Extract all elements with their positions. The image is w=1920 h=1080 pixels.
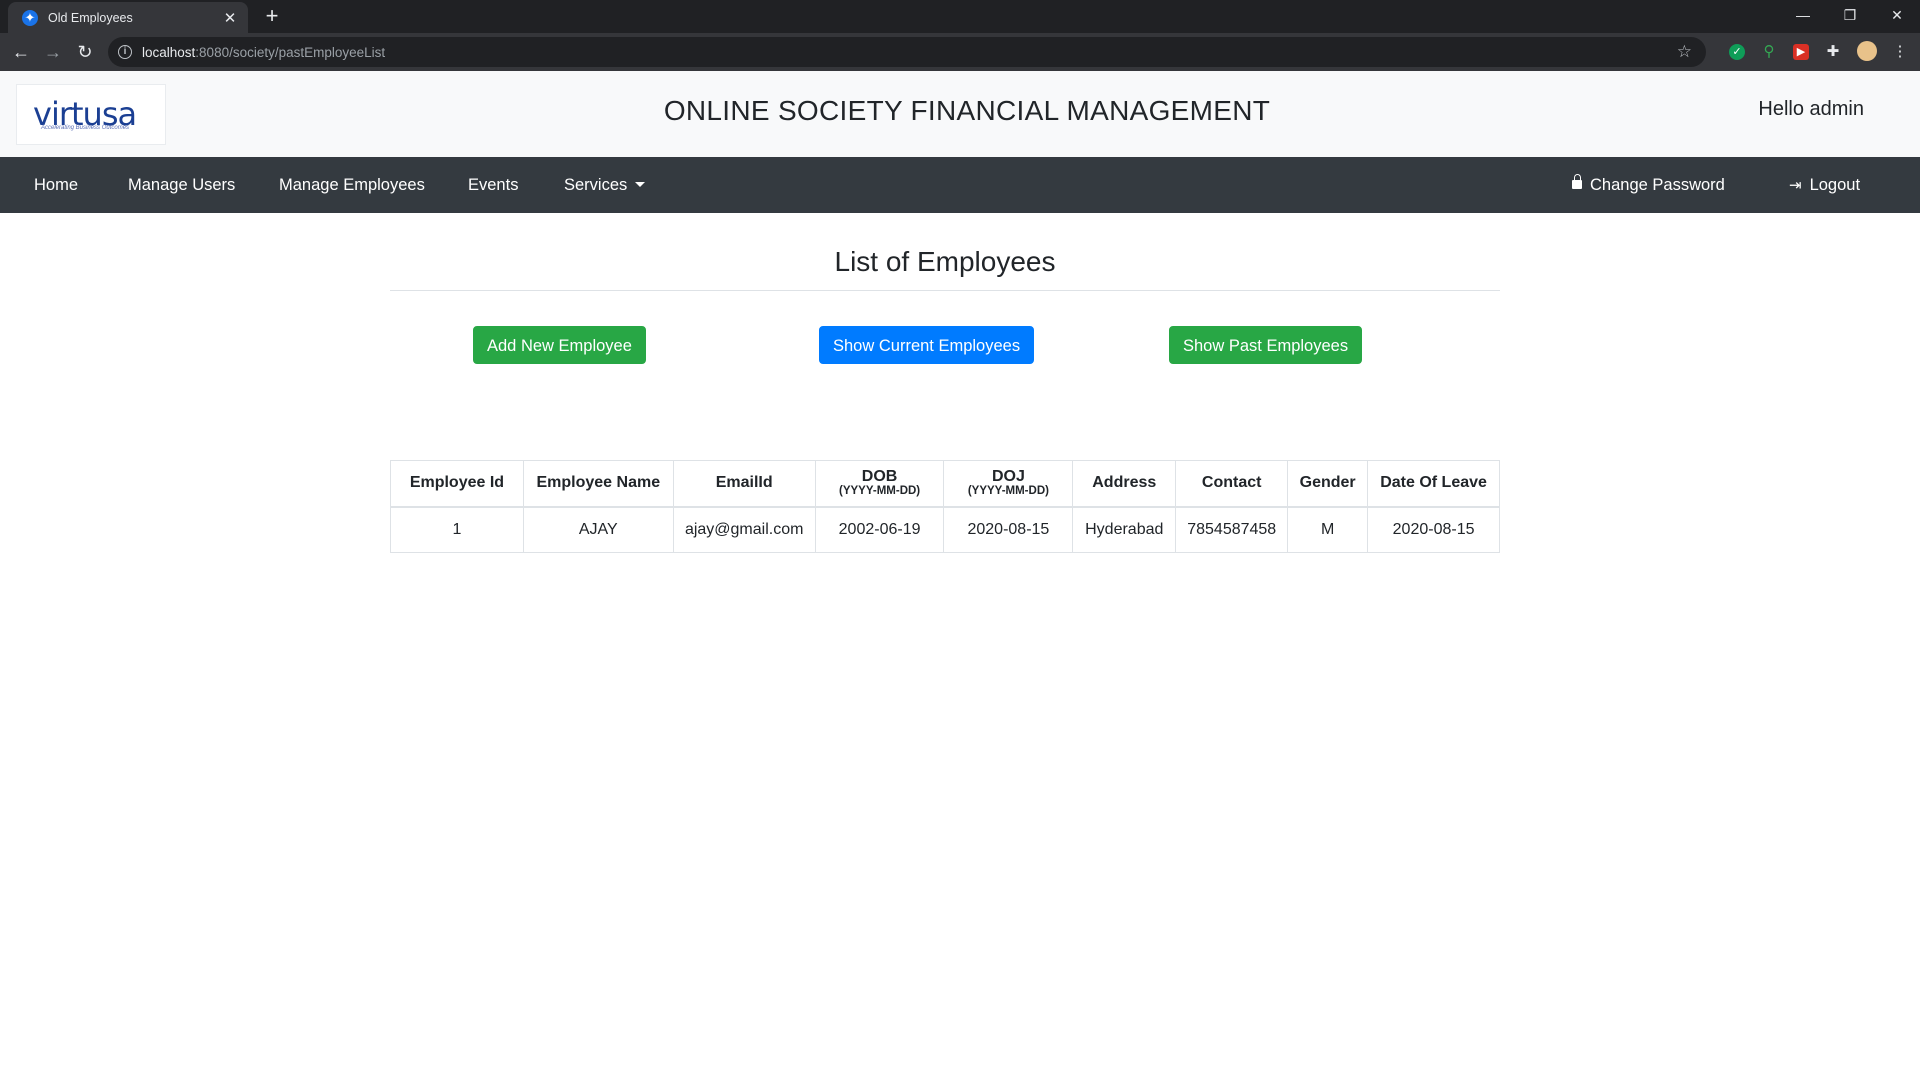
cell-date-of-leave: 2020-08-15 — [1367, 506, 1500, 553]
nav-home[interactable]: Home — [34, 157, 78, 213]
col-doj: DOJ (YYYY-MM-DD) — [943, 460, 1074, 508]
page-title: List of Employees — [834, 246, 1056, 277]
tab-title: Old Employees — [48, 10, 133, 25]
restore-icon[interactable]: ❐ — [1827, 0, 1873, 33]
media-extension-icon[interactable]: ▶ — [1793, 44, 1809, 60]
site-title: ONLINE SOCIETY FINANCIAL MANAGEMENT — [663, 95, 1271, 126]
close-tab-icon[interactable]: ✕ — [222, 9, 238, 27]
site-header: virtusa Accelerating Business Outcomes O… — [0, 71, 1920, 157]
menu-dots-icon[interactable]: ⋮ — [1892, 44, 1908, 60]
shield-extension-icon[interactable]: ✓ — [1729, 44, 1745, 60]
nav-change-password[interactable]: Change Password — [1572, 157, 1725, 213]
nav-manage-users[interactable]: Manage Users — [128, 157, 235, 213]
logout-icon: ⇥ — [1789, 177, 1802, 194]
col-employee-id: Employee Id — [390, 460, 524, 508]
content-container: List of Employees Add New Employee Show … — [390, 213, 1500, 553]
address-bar[interactable]: i localhost:8080/society/pastEmployeeLis… — [108, 37, 1706, 67]
cell-email: ajay@gmail.com — [672, 506, 816, 553]
cell-doj: 2020-08-15 — [943, 506, 1074, 553]
forward-arrow-icon[interactable]: → — [38, 37, 68, 67]
browser-toolbar: ← → ↻ i localhost:8080/society/pastEmplo… — [0, 33, 1920, 71]
show-current-employees-button[interactable]: Show Current Employees — [819, 326, 1035, 364]
page: virtusa Accelerating Business Outcomes O… — [0, 71, 1920, 1080]
cell-contact: 7854587458 — [1175, 506, 1289, 553]
back-arrow-icon[interactable]: ← — [6, 37, 36, 67]
key-extension-icon[interactable]: ⚲ — [1761, 44, 1777, 60]
cell-id: 1 — [390, 506, 524, 553]
bookmark-star-icon[interactable]: ☆ — [1677, 42, 1692, 62]
profile-avatar-icon[interactable] — [1857, 41, 1877, 61]
globe-icon: ✦ — [22, 9, 38, 26]
nav-events[interactable]: Events — [468, 157, 518, 213]
nav-services-dropdown[interactable]: Services — [564, 157, 646, 213]
info-icon[interactable]: i — [118, 45, 132, 59]
col-dob: DOB (YYYY-MM-DD) — [814, 460, 945, 508]
reload-icon[interactable]: ↻ — [70, 37, 100, 67]
col-contact: Contact — [1175, 460, 1289, 508]
close-window-icon[interactable]: ✕ — [1874, 0, 1920, 33]
col-gender: Gender — [1287, 460, 1369, 508]
divider — [390, 290, 1500, 291]
user-greeting: Hello admin — [1758, 98, 1864, 120]
nav-logout[interactable]: ⇥ Logout — [1789, 157, 1860, 213]
lock-icon — [1572, 174, 1582, 190]
col-email: EmailId — [672, 460, 816, 508]
browser-tabstrip: ✦ Old Employees ✕ + — ❐ ✕ — [0, 0, 1920, 33]
cell-dob: 2002-06-19 — [814, 506, 945, 553]
employees-table: Employee Id Employee Name EmailId DOB (YY… — [390, 460, 1500, 553]
col-employee-name: Employee Name — [522, 460, 674, 508]
show-past-employees-button[interactable]: Show Past Employees — [1169, 326, 1363, 364]
minimize-icon[interactable]: — — [1780, 0, 1826, 33]
nav-manage-employees[interactable]: Manage Employees — [279, 157, 425, 213]
cell-address: Hyderabad — [1072, 506, 1177, 553]
col-date-of-leave: Date Of Leave — [1367, 460, 1500, 508]
url-text: localhost:8080/society/pastEmployeeList — [142, 44, 386, 60]
puzzle-extension-icon[interactable]: ✚ — [1825, 44, 1841, 60]
add-new-employee-button[interactable]: Add New Employee — [473, 326, 646, 364]
table-row: 1 AJAY ajay@gmail.com 2002-06-19 2020-08… — [390, 506, 1500, 553]
table-header-row: Employee Id Employee Name EmailId DOB (YY… — [390, 460, 1500, 508]
cell-name: AJAY — [522, 506, 674, 553]
dropdown-caret-icon — [635, 181, 646, 187]
new-tab-button[interactable]: + — [260, 4, 284, 28]
col-address: Address — [1072, 460, 1177, 508]
main-navbar: Home Manage Users Manage Employees Event… — [0, 157, 1920, 213]
cell-gender: M — [1287, 506, 1369, 553]
browser-tab[interactable]: ✦ Old Employees ✕ — [8, 2, 248, 33]
